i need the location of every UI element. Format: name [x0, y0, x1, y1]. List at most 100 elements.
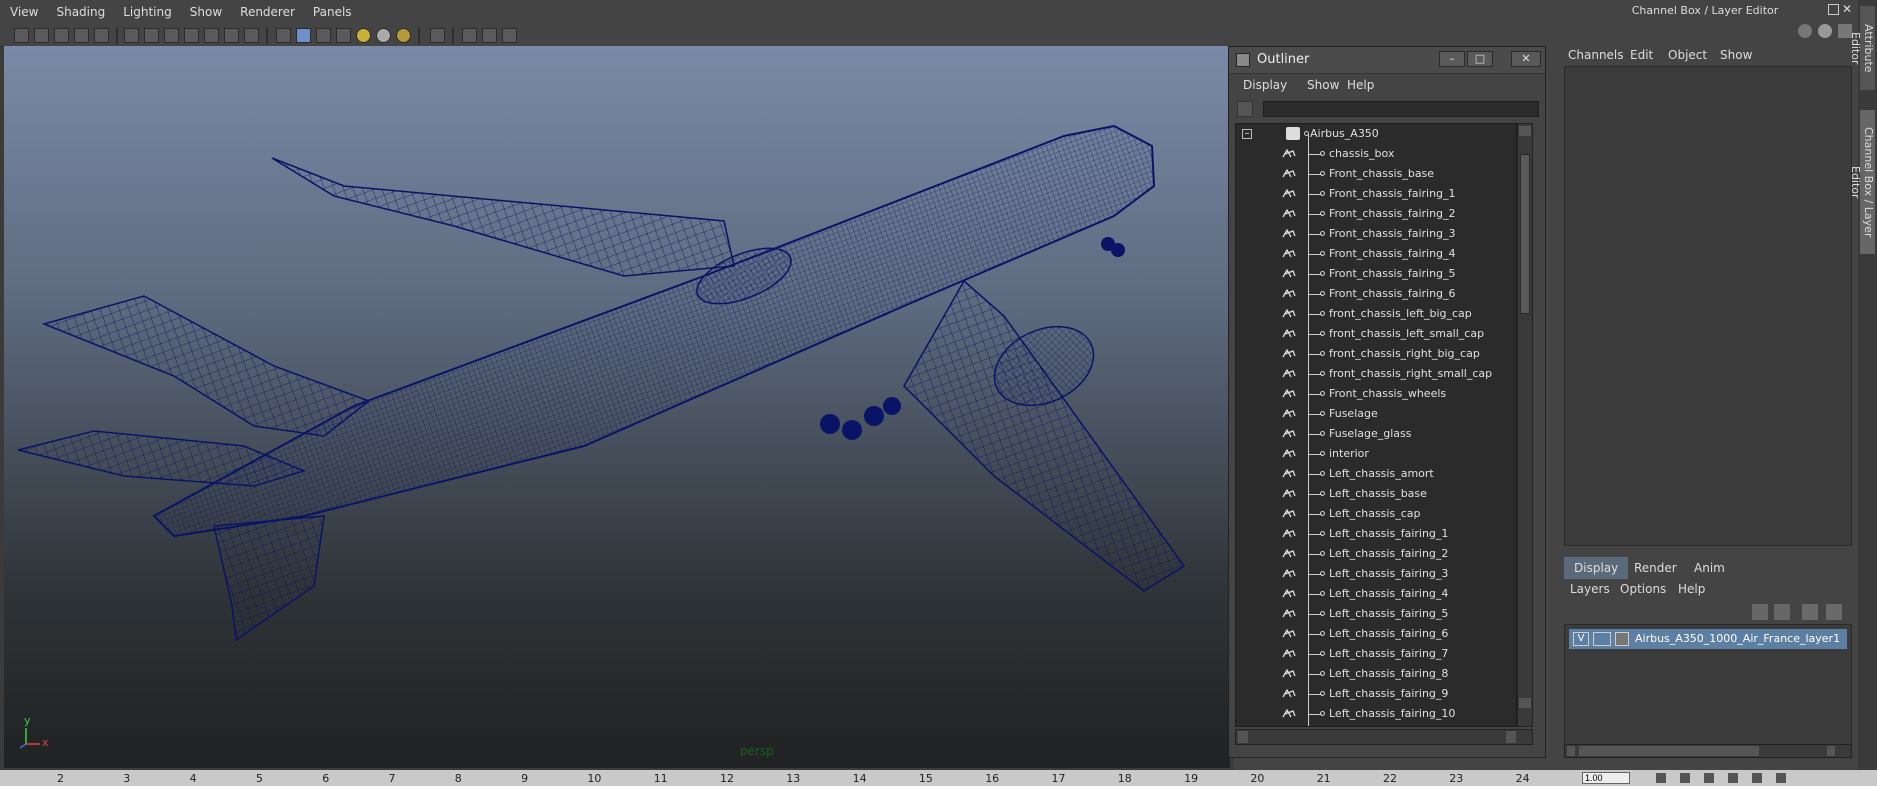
move-layer-down-icon[interactable]: [1826, 604, 1842, 620]
field-chart-icon[interactable]: [204, 28, 219, 43]
scrollbar-thumb[interactable]: [1579, 746, 1759, 756]
scroll-left-arrow-icon[interactable]: [1238, 731, 1248, 743]
edit-menu[interactable]: Edit: [1630, 48, 1653, 62]
outliner-menu-show[interactable]: Show: [1307, 78, 1339, 92]
scroll-right-arrow-icon[interactable]: [1506, 731, 1516, 743]
wireframe-shading-icon[interactable]: [276, 28, 291, 43]
outliner-vertical-scrollbar[interactable]: [1517, 123, 1533, 727]
channel-box-settings-icon[interactable]: [1818, 24, 1832, 38]
outliner-item[interactable]: front_chassis_left_small_cap: [1236, 324, 1516, 344]
outliner-item[interactable]: Front_chassis_fairing_1: [1236, 184, 1516, 204]
collapse-icon[interactable]: –: [1242, 129, 1252, 139]
outliner-item[interactable]: Left_chassis_base: [1236, 484, 1516, 504]
outliner-item[interactable]: Front_chassis_fairing_4: [1236, 244, 1516, 264]
scrollbar-thumb[interactable]: [1520, 154, 1530, 314]
outliner-item[interactable]: Front_chassis_fairing_6: [1236, 284, 1516, 304]
layer-name[interactable]: Airbus_A350_1000_Air_France_layer1: [1635, 632, 1840, 645]
channel-box-help-icon[interactable]: [1798, 24, 1812, 38]
layer-color-swatch[interactable]: [1615, 632, 1629, 646]
scroll-left-arrow-icon[interactable]: [1567, 746, 1575, 756]
outliner-item[interactable]: chassis_box: [1236, 144, 1516, 164]
layer-visibility-toggle[interactable]: V: [1573, 632, 1589, 646]
layer-row[interactable]: V Airbus_A350_1000_Air_France_layer1: [1569, 629, 1847, 649]
outliner-item[interactable]: Fuselage: [1236, 404, 1516, 424]
outliner-horizontal-scrollbar[interactable]: [1235, 729, 1533, 745]
close-button[interactable]: ✕: [1511, 51, 1541, 67]
close-panel-icon[interactable]: ✕: [1842, 2, 1852, 16]
menu-view[interactable]: View: [0, 5, 46, 19]
outliner-item[interactable]: Left_chassis_cap: [1236, 504, 1516, 524]
x-ray-icon[interactable]: [336, 28, 351, 43]
outliner-item[interactable]: Left_chassis_fairing_8: [1236, 664, 1516, 684]
maximize-button[interactable]: □: [1467, 51, 1493, 67]
outliner-menu-display[interactable]: Display: [1243, 78, 1287, 92]
outliner-item[interactable]: Left_chassis_fairing_7: [1236, 644, 1516, 664]
wireframe-on-shaded-icon[interactable]: [316, 28, 331, 43]
channels-menu[interactable]: Channels: [1568, 48, 1624, 62]
step-back-icon[interactable]: [1680, 773, 1690, 783]
outliner-item[interactable]: Left_chassis_fairing_5: [1236, 604, 1516, 624]
show-menu[interactable]: Show: [1720, 48, 1752, 62]
object-menu[interactable]: Object: [1668, 48, 1707, 62]
move-layer-up-icon[interactable]: [1802, 604, 1818, 620]
outliner-item[interactable]: Front_chassis_wheels: [1236, 384, 1516, 404]
image-plane-icon[interactable]: [74, 28, 89, 43]
xray-active-icon[interactable]: [482, 28, 497, 43]
outliner-item[interactable]: Left_chassis_fairing_4: [1236, 584, 1516, 604]
outliner-item[interactable]: Left_chassis_fairing_6: [1236, 624, 1516, 644]
outliner-item[interactable]: Left_chassis_fairing_3: [1236, 564, 1516, 584]
time-slider[interactable]: 2 3 4 5 6 7 8 9 10 11 12 13 14 15 16 17 18 19 20 21 22 23 24: [0, 770, 1877, 786]
new-layer-icon[interactable]: [1752, 604, 1768, 620]
outliner-item[interactable]: Front_chassis_base: [1236, 164, 1516, 184]
scroll-down-arrow-icon[interactable]: [1519, 698, 1531, 708]
outliner-item[interactable]: Front_chassis_fairing_3: [1236, 224, 1516, 244]
isolate-select-icon[interactable]: [430, 28, 445, 43]
viewport-two-icon[interactable]: [502, 28, 517, 43]
outliner-item[interactable]: front_chassis_left_big_cap: [1236, 304, 1516, 324]
options-menu[interactable]: Options: [1620, 582, 1666, 596]
outliner-item[interactable]: Left_chassis_fairing_10: [1236, 704, 1516, 724]
outliner-item[interactable]: Left_chassis_amort: [1236, 464, 1516, 484]
scroll-right-arrow-icon[interactable]: [1827, 746, 1835, 756]
gate-mask-icon[interactable]: [184, 28, 199, 43]
outliner-item[interactable]: Fuselage_glass: [1236, 424, 1516, 444]
tab-anim[interactable]: Anim: [1684, 557, 1735, 579]
default-light-icon[interactable]: [356, 28, 371, 43]
safe-title-icon[interactable]: [244, 28, 259, 43]
outliner-tree[interactable]: – Airbus_A350 chassis_box Front_chassis_b…: [1235, 123, 1517, 727]
camera-select-icon[interactable]: [14, 28, 29, 43]
current-time-field[interactable]: [1582, 772, 1630, 784]
shadows-icon[interactable]: [376, 28, 391, 43]
menu-shading[interactable]: Shading: [46, 5, 113, 19]
outliner-item[interactable]: Left_chassis_fairing_1: [1236, 524, 1516, 544]
layers-help-menu[interactable]: Help: [1678, 582, 1705, 596]
menu-lighting[interactable]: Lighting: [113, 5, 180, 19]
grease-pencil-icon[interactable]: [94, 28, 109, 43]
outliner-item[interactable]: interior: [1236, 444, 1516, 464]
channel-box-layer-editor-tab[interactable]: Channel Box / Layer Editor: [1849, 110, 1875, 254]
outliner-item[interactable]: Front_chassis_fairing_2: [1236, 204, 1516, 224]
menu-show[interactable]: Show: [180, 5, 230, 19]
film-gate-icon[interactable]: [144, 28, 159, 43]
go-to-start-icon[interactable]: [1656, 773, 1666, 783]
tab-render[interactable]: Render: [1624, 557, 1687, 579]
step-forward-icon[interactable]: [1752, 773, 1762, 783]
bookmark-icon[interactable]: [54, 28, 69, 43]
layer-horizontal-scrollbar[interactable]: [1564, 744, 1852, 758]
outliner-titlebar[interactable]: Outliner – □ ✕: [1229, 47, 1545, 74]
outliner-menu-help[interactable]: Help: [1347, 78, 1374, 92]
tab-display[interactable]: Display: [1564, 557, 1629, 579]
grid-icon[interactable]: [124, 28, 139, 43]
camera-attributes-icon[interactable]: [34, 28, 49, 43]
outliner-item[interactable]: Left_chassis_fairing_9: [1236, 684, 1516, 704]
outliner-item[interactable]: Left_chassis_fairing_2: [1236, 544, 1516, 564]
safe-action-icon[interactable]: [224, 28, 239, 43]
scroll-up-arrow-icon[interactable]: [1519, 126, 1531, 136]
go-to-end-icon[interactable]: [1776, 773, 1786, 783]
resolution-gate-icon[interactable]: [164, 28, 179, 43]
high-quality-lighting-icon[interactable]: [396, 28, 411, 43]
xray-joints-icon[interactable]: [462, 28, 477, 43]
filter-icon[interactable]: [1237, 101, 1253, 117]
attribute-editor-tab[interactable]: Attribute Editor: [1849, 6, 1875, 90]
3d-scene-viewport[interactable]: [4, 46, 1230, 768]
